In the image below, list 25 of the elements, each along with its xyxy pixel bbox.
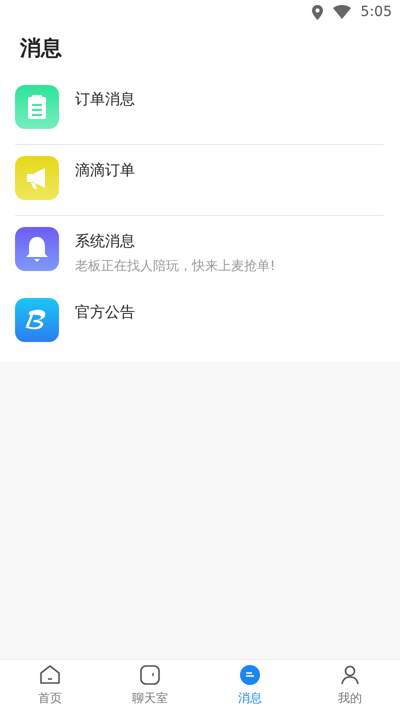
message-title: 滴滴订单 (75, 161, 135, 180)
wifi-icon (332, 5, 351, 19)
message-title: 订单消息 (75, 90, 135, 109)
chat-room-icon (138, 663, 162, 687)
nav-tab[interactable]: 首页 (0, 660, 100, 710)
message-title: 官方公告 (75, 303, 135, 322)
nav-tab[interactable]: 我的 (300, 660, 400, 710)
person-icon (338, 663, 362, 687)
logo-icon (15, 298, 59, 342)
message-item[interactable]: 滴滴订单 (0, 145, 400, 216)
message-preview: 老板正在找人陪玩，快来上麦抢单! (75, 258, 276, 275)
page-title: 消息 (18, 35, 63, 62)
clipboard-icon (15, 85, 59, 129)
chat-bubble-icon (238, 663, 262, 687)
location-icon (312, 4, 323, 20)
status-time: 5:05 (360, 4, 392, 20)
nav-tab[interactable]: 消息 (200, 660, 300, 710)
message-title: 系统消息 (75, 232, 136, 251)
message-item[interactable]: 官方公告 (0, 287, 400, 358)
message-item[interactable]: 订单消息 (0, 74, 400, 145)
bell-icon (15, 227, 59, 271)
home-icon (38, 663, 62, 687)
nav-tab[interactable]: 聊天室 (100, 660, 200, 710)
megaphone-icon (15, 156, 59, 200)
message-item[interactable]: 系统消息 老板正在找人陪玩，快来上麦抢单! (0, 216, 400, 287)
